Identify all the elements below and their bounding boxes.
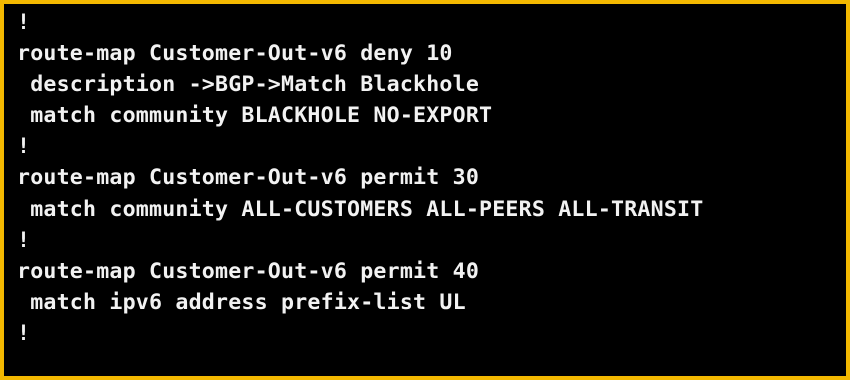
terminal-window[interactable]: ! route-map Customer-Out-v6 deny 10 desc… [4,4,846,376]
config-separator: ! [17,134,31,160]
highlight-frame: ! route-map Customer-Out-v6 deny 10 desc… [0,0,850,380]
match-community-all: match community ALL-CUSTOMERS ALL-PEERS … [17,196,704,222]
route-map-permit-30: route-map Customer-Out-v6 permit 30 [17,165,480,191]
route-map-permit-40: route-map Customer-Out-v6 permit 40 [17,258,480,284]
route-map-deny-10: route-map Customer-Out-v6 deny 10 [17,41,453,67]
config-separator: ! [17,227,31,253]
match-ipv6-prefix-list: match ipv6 address prefix-list UL [17,289,466,315]
route-map-description: description ->BGP->Match Blackhole [17,72,480,98]
config-separator: ! [17,10,31,35]
config-separator: ! [17,320,31,346]
match-community-blackhole: match community BLACKHOLE NO-EXPORT [17,103,493,129]
